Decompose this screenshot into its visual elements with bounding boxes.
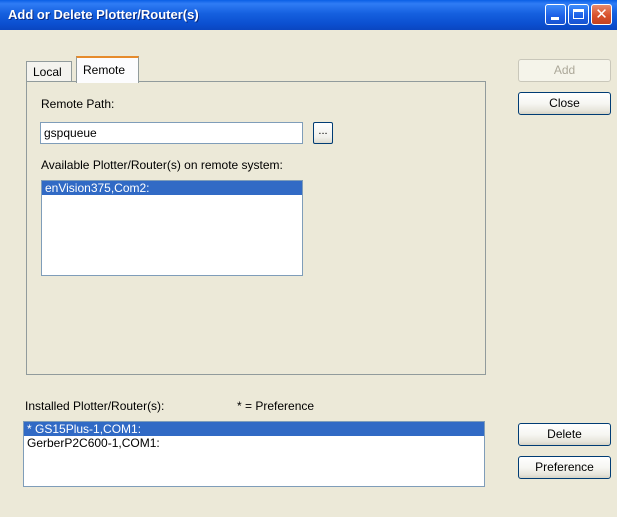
remote-path-input[interactable] [40, 122, 303, 144]
close-icon: ✕ [595, 5, 608, 23]
title-bar[interactable]: Add or Delete Plotter/Router(s) ✕ [0, 0, 617, 30]
preference-button[interactable]: Preference [518, 456, 611, 479]
dialog-window: Add or Delete Plotter/Router(s) ✕ Local … [0, 0, 617, 517]
window-title: Add or Delete Plotter/Router(s) [8, 7, 199, 22]
browse-button[interactable]: ... [313, 122, 333, 144]
available-plotters-list[interactable]: enVision375,Com2: [41, 180, 303, 276]
maximize-icon [573, 9, 584, 19]
add-button-label: Add [553, 63, 576, 77]
preference-legend: * = Preference [237, 399, 315, 413]
remote-path-label: Remote Path: [41, 97, 115, 111]
preference-button-label: Preference [535, 460, 594, 474]
installed-plotters-label: Installed Plotter/Router(s): [25, 399, 165, 413]
minimize-icon [551, 17, 559, 20]
tab-remote-label: Remote [83, 63, 126, 77]
tab-remote[interactable]: Remote [76, 56, 139, 83]
close-button[interactable]: Close [518, 92, 611, 115]
installed-plotters-list[interactable]: * GS15Plus-1,COM1: GerberP2C600-1,COM1: [23, 421, 485, 487]
delete-button-label: Delete [547, 427, 582, 441]
list-item[interactable]: * GS15Plus-1,COM1: [24, 422, 484, 436]
tab-local[interactable]: Local [26, 61, 72, 81]
available-plotters-label: Available Plotter/Router(s) on remote sy… [41, 158, 283, 172]
list-item[interactable]: GerberP2C600-1,COM1: [24, 436, 484, 450]
tab-local-label: Local [33, 65, 62, 79]
delete-button[interactable]: Delete [518, 423, 611, 446]
list-item[interactable]: enVision375,Com2: [42, 181, 302, 195]
close-button-label: Close [549, 96, 580, 110]
close-window-button[interactable]: ✕ [591, 4, 612, 25]
minimize-button[interactable] [545, 4, 566, 25]
add-button[interactable]: Add [518, 59, 611, 82]
maximize-button[interactable] [568, 4, 589, 25]
